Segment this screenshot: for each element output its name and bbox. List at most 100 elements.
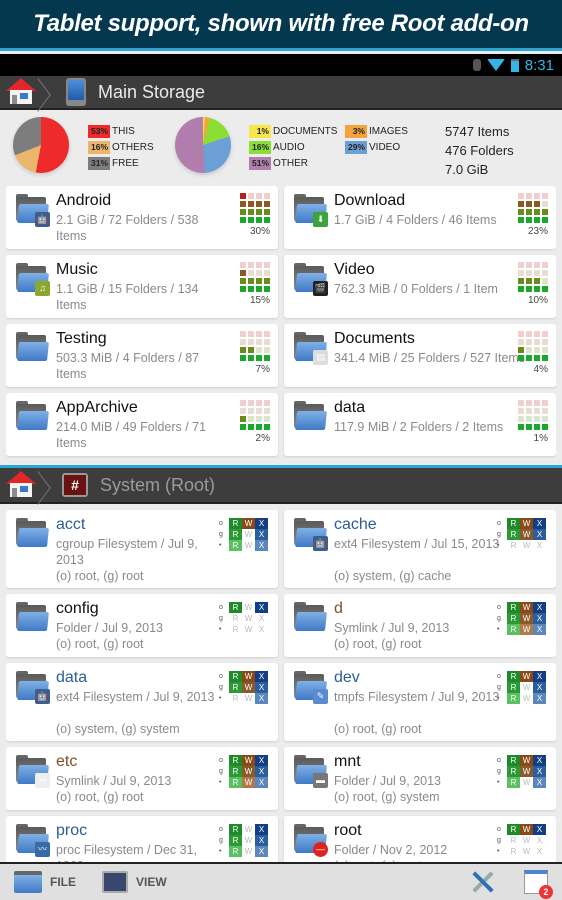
folder-details: 214.0 MiB / 49 Folders / 71 Items — [56, 420, 207, 450]
permission-x-cell: X — [255, 682, 268, 693]
folder-icon: 〰 — [16, 824, 50, 857]
usage-meter-cell — [534, 270, 540, 276]
usage-meter-cell — [256, 424, 262, 430]
usage-meter-cell — [526, 408, 532, 414]
folder-icon — [294, 602, 327, 631]
storage-stats: 5747 Items 476 Folders 7.0 GiB — [445, 122, 514, 179]
permission-x-cell: X — [258, 614, 265, 623]
folder-card[interactable]: ⬇ Download 1.7 GiB / 4 Folders / 46 Items 2… — [284, 186, 556, 249]
permissions-row: • R W X — [497, 846, 546, 857]
folder-card[interactable]: AppArchive 214.0 MiB / 49 Folders / 71 It… — [6, 393, 278, 456]
folder-icon: 🤖 — [16, 194, 50, 227]
usage-meter-cell — [526, 416, 532, 422]
folder-card[interactable]: 🎬 Video 762.3 MiB / 0 Folders / 1 Item 10% — [284, 255, 556, 318]
main-storage-path-bar: Main Storage — [0, 76, 562, 110]
system-folder-card[interactable]: 🤖 data ext4 Filesystem / Jul 9, 2013 (o) sy… — [6, 663, 278, 741]
permissions-grid: o R W Xg R W X • R W X — [219, 824, 268, 857]
usage-meter-cell — [534, 331, 540, 337]
system-folder-card[interactable]: ▬ mnt Folder / Jul 9, 2013 (o) root, (g) sy… — [284, 747, 556, 810]
permission-r-cell: R — [229, 540, 242, 551]
usage-meter-cell — [518, 217, 524, 223]
folder-name: acct — [56, 516, 86, 533]
system-folder-card[interactable]: 〰procproc Filesystem / Dec 31, 1969(o) r… — [6, 816, 278, 862]
folder-icon: 🤖 — [294, 518, 328, 551]
tool-badge-icon: ✎ — [313, 689, 328, 704]
usage-meter-cell — [248, 400, 254, 406]
system-folder-card[interactable]: d Symlink / Jul 9, 2013 (o) root, (g) root… — [284, 594, 556, 657]
usage-meter-cell — [240, 347, 246, 353]
permission-x-cell: X — [255, 529, 268, 540]
usage-meter-cell — [256, 209, 262, 215]
legend-swatch: 1% — [249, 124, 271, 138]
usage-meter-cell — [542, 262, 548, 268]
usage-meter-cell — [248, 278, 254, 284]
system-folder-card[interactable]: ✎ dev tmpfs Filesystem / Jul 9, 2013 (o) ro… — [284, 663, 556, 741]
usage-meter-cell — [534, 278, 540, 284]
legend-item: 51% OTHER — [249, 155, 345, 171]
usage-meter-cell — [526, 270, 532, 276]
permission-r-cell: R — [507, 518, 520, 529]
system-folder-card[interactable]: ▪▪ etc Symlink / Jul 9, 2013 (o) root, (g) … — [6, 747, 278, 810]
permissions-row: oRWX — [219, 755, 268, 766]
permission-w-cell: W — [244, 614, 253, 623]
usage-meter-cell — [526, 424, 532, 430]
folder-name: d — [334, 600, 343, 617]
permission-x-cell: X — [255, 777, 268, 788]
usage-meter-cell — [256, 217, 262, 223]
permission-x-cell: X — [533, 824, 546, 835]
main-storage-label[interactable]: Main Storage — [98, 82, 205, 103]
windows-icon[interactable]: 2 — [524, 870, 553, 899]
usage-meter-cell — [526, 339, 532, 345]
permission-r-cell: R — [510, 541, 517, 550]
file-type-pie-chart — [175, 117, 231, 173]
folder-details: 1.1 GiB / 15 Folders / 134 Items — [56, 282, 199, 312]
file-menu-button[interactable]: FILE — [14, 871, 76, 893]
usage-meter-cell — [526, 347, 532, 353]
permissions-row: gRWX — [497, 613, 546, 624]
usage-meter-cell — [264, 408, 270, 414]
permission-x-cell: X — [255, 693, 268, 704]
usage-meter-cell — [534, 286, 540, 292]
status-bar: 8:31 — [0, 54, 562, 76]
folder-name: Download — [334, 192, 406, 209]
permissions-scope-label: g — [219, 684, 223, 691]
system-folder-card[interactable]: 🤖 cache ext4 Filesystem / Jul 15, 2013 (o) … — [284, 510, 556, 588]
monitor-badge-icon: 〰 — [35, 842, 50, 857]
usage-meter-cell — [264, 286, 270, 292]
system-folder-card[interactable]: —rootFolder / Nov 2, 2012(o) root, (g) r… — [284, 816, 556, 862]
bottom-action-bar: FILE VIEW 2 — [0, 862, 562, 900]
permission-x-cell: X — [533, 755, 546, 766]
folder-name: data — [56, 669, 88, 686]
legend-label: IMAGES — [369, 125, 408, 137]
usage-meter-cell — [264, 209, 270, 215]
tools-icon[interactable] — [470, 869, 496, 895]
system-folder-card[interactable]: config Folder / Jul 9, 2013 (o) root, (g) … — [6, 594, 278, 657]
usage-meter-cell — [542, 416, 548, 422]
legend-label: OTHERS — [112, 141, 154, 153]
folder-card[interactable]: ♫ Music 1.1 GiB / 15 Folders / 134 Items 15… — [6, 255, 278, 318]
folder-card[interactable]: Testing 503.3 MiB / 4 Folders / 87 Items 7… — [6, 324, 278, 387]
folder-details: 341.4 MiB / 25 Folders / 527 Items — [334, 351, 526, 365]
permissions-row: • R W X — [497, 693, 546, 704]
permission-r-cell: R — [507, 777, 520, 788]
usage-meter-cell — [518, 286, 524, 292]
permission-r-cell: R — [507, 624, 520, 635]
folder-card[interactable]: ▤ Documents 341.4 MiB / 25 Folders / 527 I… — [284, 324, 556, 387]
permission-w-cell: W — [244, 825, 253, 834]
folder-card[interactable]: data 117.9 MiB / 2 Folders / 2 Items 1% — [284, 393, 556, 456]
permissions-scope-label: g — [219, 837, 223, 844]
usage-meter-cell — [264, 347, 270, 353]
folder-details: Folder / Jul 9, 2013 — [56, 621, 164, 635]
usage-meter-cell — [264, 400, 270, 406]
system-folder-card[interactable]: acct cgroup Filesystem / Jul 9, 2013 (o) r… — [6, 510, 278, 588]
usage-meter-cell — [248, 193, 254, 199]
folder-card[interactable]: 🤖 Android 2.1 GiB / 72 Folders / 538 Items… — [6, 186, 278, 249]
usage-meter-cell — [240, 217, 246, 223]
usage-meter-cell — [256, 270, 262, 276]
permission-r-cell: R — [229, 518, 242, 529]
system-root-label[interactable]: System (Root) — [100, 475, 215, 496]
permission-r-cell: R — [507, 529, 520, 540]
android-badge-icon: 🤖 — [35, 212, 50, 227]
permissions-scope-label: g — [497, 684, 501, 691]
view-menu-button[interactable]: VIEW — [102, 871, 167, 893]
